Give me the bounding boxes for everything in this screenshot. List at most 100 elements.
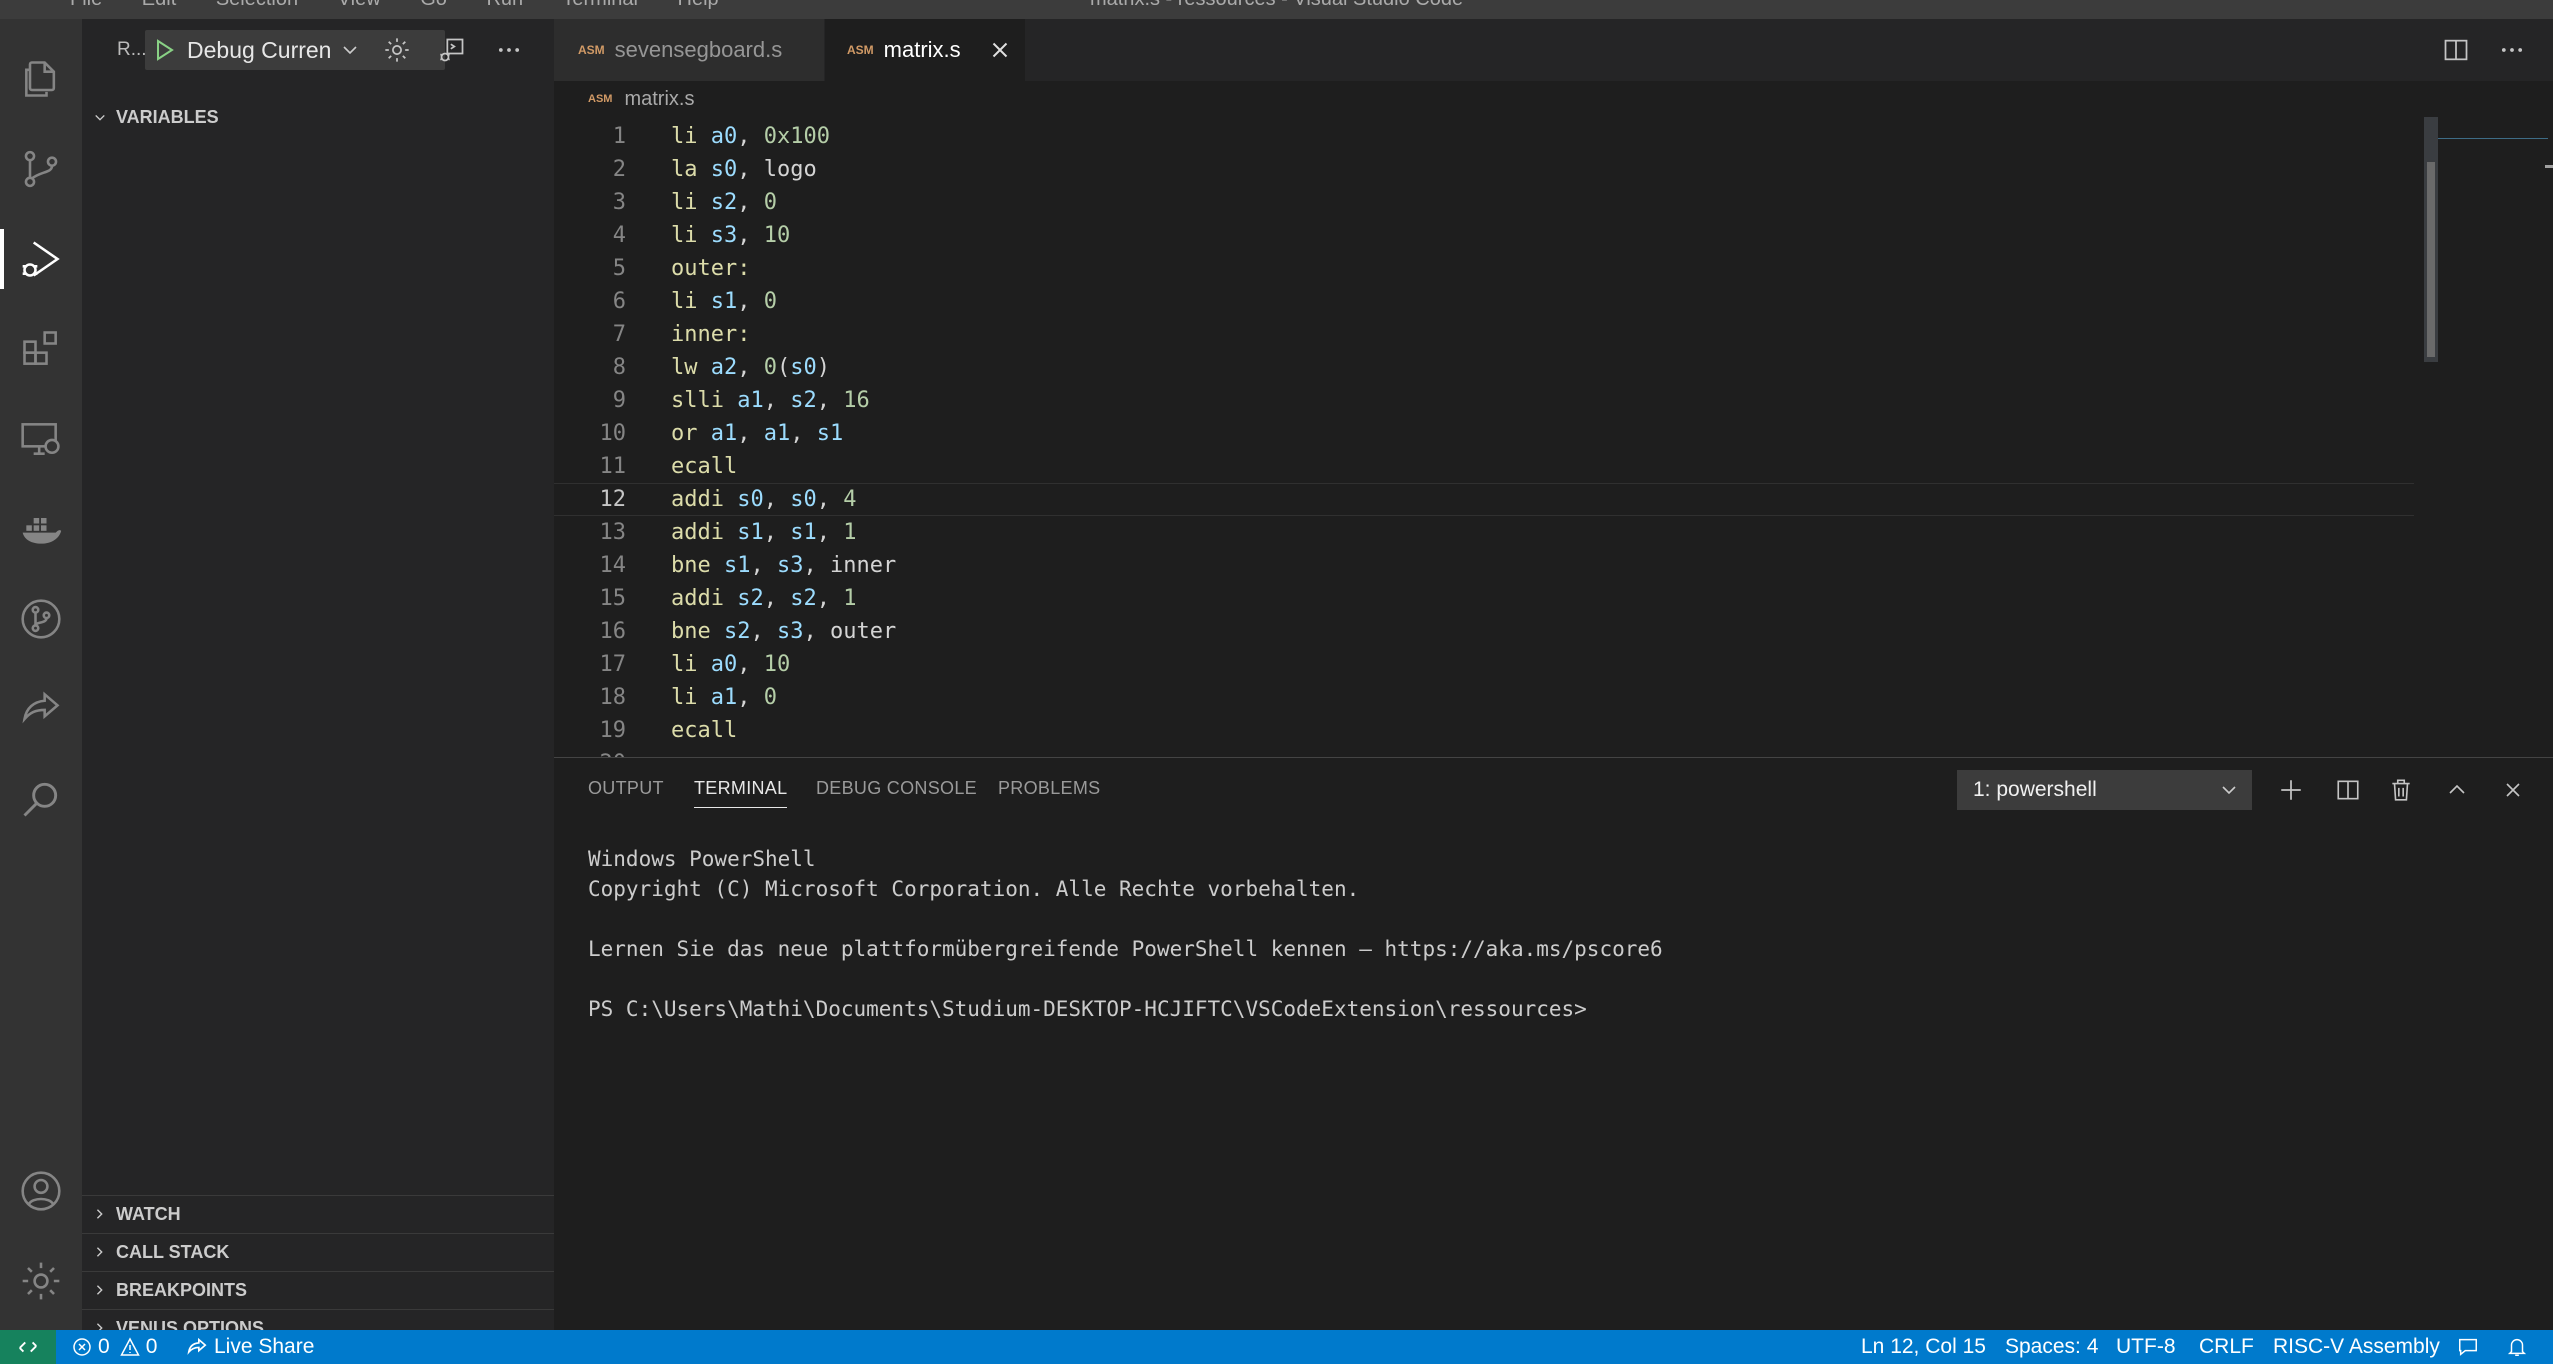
watch-section-label: WATCH	[116, 1203, 181, 1224]
search-icon[interactable]	[0, 759, 82, 839]
code-line[interactable]: 7 inner:	[554, 318, 2414, 351]
explorer-icon[interactable]	[0, 39, 82, 119]
live-share-icon[interactable]	[0, 669, 82, 749]
menu-edit[interactable]: Edit	[142, 0, 176, 10]
open-launch-json-icon[interactable]	[380, 33, 414, 67]
problems-status[interactable]: 0 0	[72, 1330, 157, 1364]
variables-section-header[interactable]: VARIABLES	[82, 99, 554, 136]
tab-problems[interactable]: PROBLEMS	[998, 778, 1100, 799]
new-terminal-icon[interactable]	[2274, 773, 2308, 807]
line-number: 1	[612, 124, 626, 149]
warning-count: 0	[145, 1335, 158, 1358]
code-text: la s0, logo	[671, 157, 817, 182]
activity-bar	[0, 19, 82, 1330]
sidebar-title: R...	[117, 39, 147, 60]
terminal-select[interactable]: 1: powershell	[1957, 770, 2252, 810]
code-line[interactable]: 8 lw a2, 0(s0)	[554, 351, 2414, 384]
menu-file[interactable]: File	[70, 0, 102, 10]
tab-matrix[interactable]: ASM matrix.s	[825, 19, 1025, 81]
cursor-position[interactable]: Ln 12, Col 15	[1861, 1330, 1986, 1364]
code-line[interactable]: 18 li a1, 0	[554, 681, 2414, 714]
code-text: li s1, 0	[671, 289, 777, 314]
breadcrumb-file[interactable]: matrix.s	[624, 88, 694, 111]
code-line[interactable]: 2 la s0, logo	[554, 153, 2414, 186]
terminal-output[interactable]: Windows PowerShell Copyright (C) Microso…	[588, 844, 1663, 1024]
editor-more-actions-icon[interactable]	[2495, 33, 2529, 67]
breadcrumb[interactable]: ASM matrix.s	[554, 81, 2553, 117]
line-number: 4	[612, 223, 626, 248]
line-number: 16	[599, 619, 627, 644]
code-text: slli a1, s2, 16	[671, 388, 870, 413]
git-graph-icon[interactable]	[0, 579, 82, 659]
code-line[interactable]: 19 ecall	[554, 714, 2414, 747]
menu-run[interactable]: Run	[486, 0, 523, 10]
minimap-divider	[2438, 138, 2548, 139]
source-control-icon[interactable]	[0, 129, 82, 209]
watch-section-header[interactable]: WATCH	[82, 1195, 554, 1232]
line-number: 20	[554, 747, 627, 757]
tab-debug-console[interactable]: DEBUG CONSOLE	[816, 778, 977, 799]
code-line[interactable]: 3 li s2, 0	[554, 186, 2414, 219]
code-line[interactable]: 13 addi s1, s1, 1	[554, 516, 2414, 549]
live-share-status[interactable]: Live Share	[186, 1330, 314, 1364]
kill-terminal-trash-icon[interactable]	[2384, 773, 2418, 807]
remote-explorer-icon[interactable]	[0, 399, 82, 479]
split-terminal-icon[interactable]	[2331, 773, 2365, 807]
extensions-icon[interactable]	[0, 309, 82, 389]
code-text: lw a2, 0(s0)	[671, 355, 830, 380]
close-panel-icon[interactable]	[2496, 773, 2530, 807]
code-line[interactable]: 17 li a0, 10	[554, 648, 2414, 681]
remote-indicator[interactable]	[0, 1330, 56, 1364]
code-line[interactable]: 14 bne s1, s3, inner	[554, 549, 2414, 582]
split-editor-icon[interactable]	[2439, 33, 2473, 67]
encoding[interactable]: UTF-8	[2116, 1330, 2176, 1364]
menu-view[interactable]: View	[338, 0, 381, 10]
maximize-panel-chevron-up-icon[interactable]	[2440, 773, 2474, 807]
menu-bar[interactable]: File Edit Selection View Go Run Terminal…	[70, 0, 753, 11]
code-text: li s2, 0	[671, 190, 777, 215]
menu-terminal[interactable]: Terminal	[562, 0, 638, 10]
code-line[interactable]: 9 slli a1, s2, 16	[554, 384, 2414, 417]
terminal-prompt: PS C:\Users\Mathi\Documents\Studium-DESK…	[588, 997, 1587, 1021]
line-ending[interactable]: CRLF	[2199, 1330, 2254, 1364]
remote-icon	[19, 1341, 37, 1353]
code-line[interactable]: 15 addi s2, s2, 1	[554, 582, 2414, 615]
start-debugging-icon[interactable]	[155, 39, 175, 61]
indentation[interactable]: Spaces: 4	[2005, 1330, 2098, 1364]
run-debug-icon[interactable]	[0, 219, 82, 299]
line-number: 18	[599, 685, 627, 710]
code-line[interactable]: 12 addi s0, s0, 4	[554, 483, 2414, 516]
code-line[interactable]: 4 li s3, 10	[554, 219, 2414, 252]
breakpoints-section-header[interactable]: BREAKPOINTS	[82, 1271, 554, 1308]
tab-output[interactable]: OUTPUT	[588, 778, 664, 799]
code-line[interactable]: 11 ecall	[554, 450, 2414, 483]
menu-go[interactable]: Go	[420, 0, 447, 10]
call-stack-section-header[interactable]: CALL STACK	[82, 1233, 554, 1270]
code-editor[interactable]: 1 li a0, 0x100 2 la s0, logo 3 li s2, 0 4 li s3…	[554, 117, 2553, 757]
code-text: ecall	[671, 454, 738, 479]
code-line[interactable]: 5 outer:	[554, 252, 2414, 285]
code-line[interactable]: 10 or a1, a1, s1	[554, 417, 2414, 450]
minimap[interactable]	[2424, 117, 2438, 362]
menu-selection[interactable]: Selection	[216, 0, 298, 10]
menu-help[interactable]: Help	[678, 0, 719, 10]
code-line[interactable]: 6 li s1, 0	[554, 285, 2414, 318]
notifications-bell-icon[interactable]	[2506, 1330, 2534, 1364]
manage-gear-icon[interactable]	[0, 1241, 82, 1321]
close-icon[interactable]	[987, 37, 1013, 63]
account-icon[interactable]	[0, 1151, 82, 1231]
code-line[interactable]: 1 li a0, 0x100	[554, 120, 2414, 153]
code-line[interactable]: 20	[554, 747, 2414, 757]
tab-sevensegboard[interactable]: ASM sevensegboard.s	[554, 19, 824, 81]
docker-icon[interactable]	[0, 489, 82, 569]
chevron-right-icon	[94, 1245, 106, 1259]
tab-label: sevensegboard.s	[614, 37, 783, 62]
language-mode[interactable]: RISC-V Assembly	[2273, 1330, 2440, 1364]
feedback-icon[interactable]	[2457, 1330, 2485, 1364]
tab-terminal[interactable]: TERMINAL	[694, 778, 788, 808]
more-actions-icon[interactable]	[492, 33, 526, 67]
code-line[interactable]: 16 bne s2, s3, outer	[554, 615, 2414, 648]
debug-console-toggle-icon[interactable]	[435, 33, 469, 67]
